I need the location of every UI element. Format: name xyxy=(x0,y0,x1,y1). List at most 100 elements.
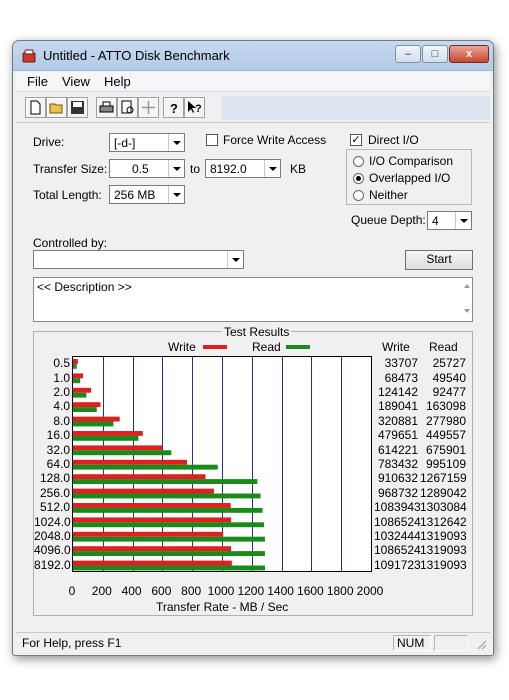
read-value: 277980 xyxy=(425,413,466,428)
read-value: 995109 xyxy=(425,457,466,471)
bar-read-4096.0 xyxy=(73,551,265,557)
chevron-down-icon[interactable] xyxy=(168,160,184,177)
transfer-from-select[interactable]: 0.5 xyxy=(109,159,185,178)
bar-write-512.0 xyxy=(73,503,231,508)
num-indicator: NUM xyxy=(393,635,431,651)
x-tick-label: 1800 xyxy=(326,584,354,598)
write-value: 1086524 xyxy=(374,514,421,529)
transfer-from-value: 0.5 xyxy=(132,162,149,176)
scroll-down-icon[interactable] xyxy=(464,309,470,313)
y-tick-label: 512.0 xyxy=(39,500,70,515)
svg-text:?: ? xyxy=(195,103,202,115)
bar-chart xyxy=(73,357,342,571)
read-column-header: Read xyxy=(429,340,458,354)
write-value: 614221 xyxy=(377,442,418,457)
print-preview-button[interactable] xyxy=(117,97,138,118)
chevron-down-icon[interactable] xyxy=(168,186,184,203)
write-value: 968732 xyxy=(377,485,418,500)
write-value: 33707 xyxy=(384,356,418,371)
write-value: 1032444 xyxy=(374,529,421,543)
transfer-to-select[interactable]: 8192.0 xyxy=(205,159,281,178)
bar-read-8192.0 xyxy=(73,565,265,571)
menu-view[interactable]: View xyxy=(62,74,90,89)
context-help-button[interactable]: ? xyxy=(184,97,205,118)
chevron-down-icon[interactable] xyxy=(264,160,280,177)
x-tick-label: 2000 xyxy=(356,584,384,598)
drive-value: [-d-] xyxy=(114,136,136,150)
write-value: 68473 xyxy=(384,370,418,385)
read-value: 163098 xyxy=(425,399,466,414)
toolbar: ? ? xyxy=(16,93,490,123)
read-value: 1312642 xyxy=(420,514,467,529)
x-axis-title: Transfer Rate - MB / Sec xyxy=(156,600,289,614)
bar-read-32.0 xyxy=(73,450,172,456)
read-value: 1319093 xyxy=(420,529,467,543)
bar-read-1.0 xyxy=(73,378,81,384)
y-tick-label: 1024.0 xyxy=(34,514,71,529)
print-button[interactable] xyxy=(96,97,117,118)
menu-file[interactable]: File xyxy=(27,74,48,89)
y-tick-label: 4096.0 xyxy=(34,543,71,558)
chevron-down-icon[interactable] xyxy=(455,212,471,229)
legend-write-label: Write xyxy=(168,340,196,354)
force-write-checkbox[interactable] xyxy=(206,134,218,146)
resize-grip-icon[interactable] xyxy=(475,638,487,650)
overlapped-io-label: Overlapped I/O xyxy=(369,171,451,185)
test-results-title: Test Results xyxy=(222,325,292,339)
description-field[interactable]: << Description >> xyxy=(33,277,473,322)
bar-read-1024.0 xyxy=(73,522,265,528)
y-tick-label: 256.0 xyxy=(39,485,70,500)
move-button[interactable] xyxy=(138,97,159,118)
read-value: 1319093 xyxy=(420,543,467,558)
x-tick-label: 600 xyxy=(151,584,172,598)
read-value: 1319093 xyxy=(420,557,467,572)
y-tick-label: 128.0 xyxy=(39,471,70,486)
menu-bar: File View Help xyxy=(16,72,490,92)
menu-help[interactable]: Help xyxy=(104,74,131,89)
maximize-icon: □ xyxy=(431,48,439,60)
neither-radio[interactable] xyxy=(353,190,364,201)
overlapped-io-radio[interactable] xyxy=(353,173,364,184)
bar-write-4096.0 xyxy=(73,546,232,552)
chevron-down-icon[interactable] xyxy=(168,134,184,151)
toolbar-band xyxy=(222,96,490,120)
minimize-button[interactable]: – xyxy=(395,45,421,63)
save-icon xyxy=(71,101,84,114)
transfer-size-label: Transfer Size: xyxy=(33,162,108,176)
close-button[interactable]: x xyxy=(449,45,489,63)
app-window: Untitled - ATTO Disk Benchmark – □ x Fil… xyxy=(12,40,494,656)
legend-write-swatch xyxy=(203,345,227,349)
open-button[interactable] xyxy=(46,97,67,118)
scroll-up-icon[interactable] xyxy=(464,284,470,288)
bar-write-4.0 xyxy=(73,402,101,408)
x-tick-label: 1000 xyxy=(207,584,235,598)
drive-label: Drive: xyxy=(33,135,65,149)
new-button[interactable] xyxy=(25,97,46,118)
io-comparison-radio[interactable] xyxy=(353,156,364,167)
chevron-down-icon[interactable] xyxy=(227,251,243,268)
test-results-group: Test Results Write Read Write Read 33707… xyxy=(33,325,473,616)
x-tick-label: 200 xyxy=(91,584,112,598)
status-bar: For Help, press F1 NUM xyxy=(16,632,490,652)
bar-read-0.5 xyxy=(73,363,77,369)
maximize-button[interactable]: □ xyxy=(422,45,448,63)
save-button[interactable] xyxy=(67,97,88,118)
bar-write-32.0 xyxy=(73,445,163,451)
minimize-icon: – xyxy=(404,48,412,60)
help-button[interactable]: ? xyxy=(163,97,184,118)
read-value: 49540 xyxy=(432,370,466,385)
title-bar[interactable]: Untitled - ATTO Disk Benchmark – □ x xyxy=(13,41,493,71)
queue-depth-select[interactable]: 4 xyxy=(427,211,472,230)
start-button[interactable]: Start xyxy=(405,250,473,270)
y-tick-label: 8.0 xyxy=(53,413,70,428)
drive-select[interactable]: [-d-] xyxy=(109,133,185,152)
print-preview-icon xyxy=(121,100,134,114)
atto-app-icon xyxy=(22,49,36,63)
bar-write-16.0 xyxy=(73,431,143,436)
controlled-by-select[interactable] xyxy=(33,250,244,269)
bar-read-16.0 xyxy=(73,435,139,441)
total-length-select[interactable]: 256 MB xyxy=(109,185,185,204)
bar-write-64.0 xyxy=(73,459,187,465)
direct-io-checkbox[interactable]: ✓ xyxy=(350,134,362,146)
queue-depth-label: Queue Depth: xyxy=(351,213,426,227)
